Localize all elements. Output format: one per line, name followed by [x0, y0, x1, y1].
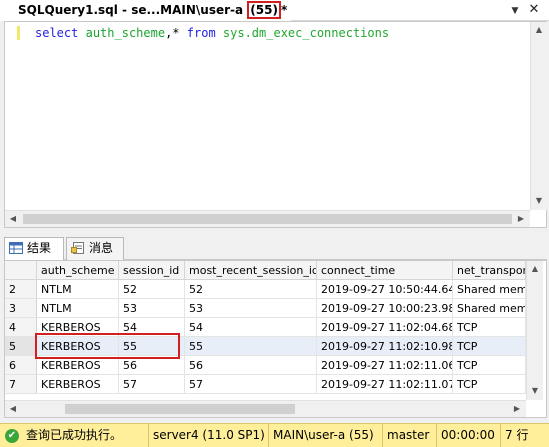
cell-net-transport[interactable]: Shared memory: [453, 280, 526, 299]
changed-line-marker: [17, 26, 20, 40]
tab-results[interactable]: 结果: [4, 237, 64, 261]
cell-most-recent-session-id[interactable]: 53: [185, 299, 317, 318]
scroll-up-icon[interactable]: ▲: [531, 22, 547, 38]
cell-net-transport[interactable]: TCP: [453, 356, 526, 375]
cell-auth-scheme[interactable]: NTLM: [37, 299, 119, 318]
grid-vertical-scrollbar[interactable]: ▲ ▼: [526, 261, 543, 400]
row-selector-header[interactable]: [5, 261, 37, 280]
scroll-up-icon[interactable]: ▲: [527, 261, 543, 277]
grid-header-row: auth_scheme session_id most_recent_sessi…: [5, 261, 526, 280]
scroll-down-icon[interactable]: ▼: [527, 383, 543, 399]
status-row-count: 7 行: [500, 424, 532, 447]
status-database: master: [382, 424, 433, 447]
column-header-auth-scheme[interactable]: auth_scheme: [37, 261, 119, 280]
scroll-down-icon[interactable]: ▼: [531, 193, 547, 209]
table-row[interactable]: 7 KERBEROS 57 57 2019-09-27 11:02:11.077…: [5, 375, 526, 394]
cell-most-recent-session-id[interactable]: 57: [185, 375, 317, 394]
close-icon[interactable]: ✕: [527, 3, 541, 17]
document-tab-strip: SQLQuery1.sql - se...MAIN\user-a (55) * ▼…: [0, 0, 549, 21]
cell-net-transport[interactable]: TCP: [453, 337, 526, 356]
scroll-thumb[interactable]: [65, 404, 295, 414]
tab-results-label: 结果: [27, 241, 52, 255]
tab-messages[interactable]: 消息: [66, 237, 124, 260]
cell-auth-scheme[interactable]: NTLM: [37, 280, 119, 299]
cell-connect-time[interactable]: 2019-09-27 11:02:10.983: [317, 337, 453, 356]
scroll-left-icon[interactable]: ◀: [5, 211, 21, 227]
column-header-net-transport[interactable]: net_transport: [453, 261, 526, 280]
code-line[interactable]: select auth_scheme,* from sys.dm_exec_co…: [35, 25, 389, 41]
query-editor[interactable]: select auth_scheme,* from sys.dm_exec_co…: [4, 21, 547, 228]
scroll-thumb[interactable]: [23, 214, 512, 224]
grid-icon: [9, 242, 23, 254]
highlight-box: [35, 333, 180, 359]
table-row[interactable]: 3 NTLM 53 53 2019-09-27 10:00:23.983 Sha…: [5, 299, 526, 318]
row-number[interactable]: 2: [5, 280, 37, 299]
cell-session-id[interactable]: 57: [119, 375, 185, 394]
row-number[interactable]: 4: [5, 318, 37, 337]
cell-most-recent-session-id[interactable]: 54: [185, 318, 317, 337]
cell-connect-time[interactable]: 2019-09-27 11:02:11.060: [317, 356, 453, 375]
result-tabs: 结果 消息: [4, 237, 547, 261]
cell-auth-scheme[interactable]: KERBEROS: [37, 375, 119, 394]
grid-horizontal-scrollbar[interactable]: ◀ ▶: [5, 400, 526, 417]
results-grid[interactable]: auth_scheme session_id most_recent_sessi…: [4, 260, 547, 418]
column-header-session-id[interactable]: session_id: [119, 261, 185, 280]
tab-messages-label: 消息: [89, 241, 114, 255]
status-server: server4 (11.0 SP1): [148, 424, 269, 447]
row-number[interactable]: 7: [5, 375, 37, 394]
keyword-from: from: [186, 26, 216, 40]
chevron-down-icon[interactable]: ▼: [509, 5, 521, 17]
cell-connect-time[interactable]: 2019-09-27 10:50:44.640: [317, 280, 453, 299]
editor-vertical-scrollbar[interactable]: ▲ ▼: [530, 22, 547, 210]
status-message: 查询已成功执行。: [26, 428, 123, 442]
cell-session-id[interactable]: 53: [119, 299, 185, 318]
object-name: sys.dm_exec_connections: [222, 26, 390, 40]
star-token: ,*: [165, 26, 180, 40]
scroll-right-icon[interactable]: ▶: [509, 401, 525, 417]
cell-connect-time[interactable]: 2019-09-27 11:02:04.687: [317, 318, 453, 337]
cell-net-transport[interactable]: TCP: [453, 375, 526, 394]
cell-net-transport[interactable]: TCP: [453, 318, 526, 337]
message-icon: [71, 242, 84, 254]
keyword-select: select: [35, 26, 79, 40]
cell-most-recent-session-id[interactable]: 55: [185, 337, 317, 356]
document-tab-title: SQLQuery1.sql - se...MAIN\user-a: [18, 3, 248, 17]
column-name: auth_scheme: [85, 26, 166, 40]
cell-connect-time[interactable]: 2019-09-27 10:00:23.983: [317, 299, 453, 318]
table-row[interactable]: 2 NTLM 52 52 2019-09-27 10:50:44.640 Sha…: [5, 280, 526, 299]
cell-net-transport[interactable]: Shared memory: [453, 299, 526, 318]
check-circle-icon: ✔: [5, 429, 19, 443]
editor-horizontal-scrollbar[interactable]: ◀ ▶: [5, 210, 530, 227]
cell-connect-time[interactable]: 2019-09-27 11:02:11.077: [317, 375, 453, 394]
cell-most-recent-session-id[interactable]: 52: [185, 280, 317, 299]
row-number[interactable]: 3: [5, 299, 37, 318]
session-id-badge: (55): [247, 1, 281, 19]
status-elapsed: 00:00:00: [436, 424, 499, 447]
modified-marker: *: [280, 3, 288, 17]
status-bar: ✔ 查询已成功执行。 server4 (11.0 SP1) MAIN\user-…: [0, 423, 549, 447]
document-tab[interactable]: SQLQuery1.sql - se...MAIN\user-a (55) *: [0, 0, 292, 21]
cell-session-id[interactable]: 52: [119, 280, 185, 299]
status-user: MAIN\user-a (55): [268, 424, 378, 447]
column-header-connect-time[interactable]: connect_time: [317, 261, 453, 280]
scroll-left-icon[interactable]: ◀: [5, 401, 21, 417]
row-number[interactable]: 5: [5, 337, 37, 356]
row-number[interactable]: 6: [5, 356, 37, 375]
cell-most-recent-session-id[interactable]: 56: [185, 356, 317, 375]
scroll-right-icon[interactable]: ▶: [513, 211, 529, 227]
column-header-most-recent-session-id[interactable]: most_recent_session_id: [185, 261, 317, 280]
